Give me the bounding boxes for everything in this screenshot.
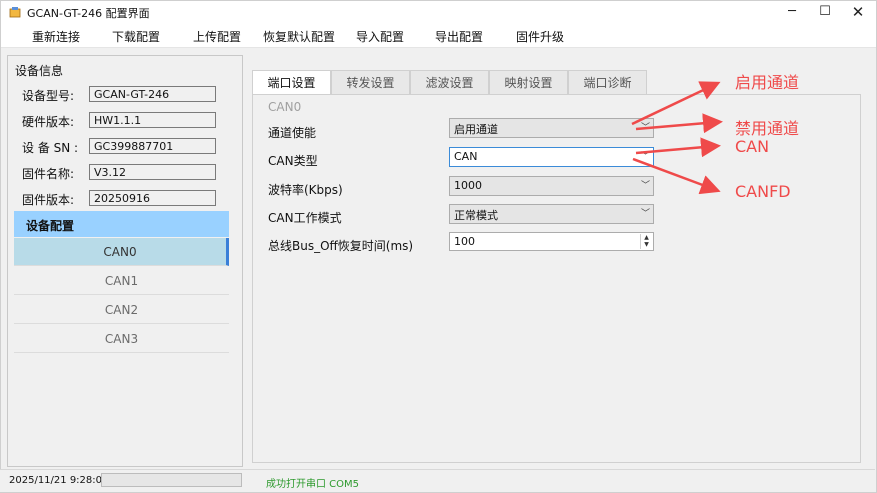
tab-filter-settings[interactable]: 滤波设置 <box>410 70 489 94</box>
menu-download-config[interactable]: 下载配置 <box>112 28 160 45</box>
tab-port-settings[interactable]: 端口设置 <box>252 70 331 95</box>
channel-item-can0[interactable]: CAN0 <box>14 238 229 266</box>
serial-number-label: 设 备 SN : <box>22 141 79 155</box>
bus-off-recovery-value: 100 <box>454 235 475 248</box>
chevron-down-icon: ﹀ <box>640 209 650 219</box>
bus-off-recovery-label: 总线Bus_Off恢复时间(ms) <box>268 239 414 253</box>
firmware-name-label: 固件名称: <box>22 167 75 181</box>
app-icon <box>9 7 21 18</box>
device-config-header: 设备配置 <box>14 211 229 237</box>
spinner-buttons[interactable]: ▲ ▼ <box>640 234 652 249</box>
firmware-name-field: V3.12 <box>89 164 216 180</box>
work-mode-value: 正常模式 <box>454 209 498 222</box>
hardware-version-field: HW1.1.1 <box>89 112 216 128</box>
spin-up-icon[interactable]: ▲ <box>641 234 652 241</box>
channel-enable-label: 通道使能 <box>268 126 317 140</box>
device-info-title: 设备信息 <box>13 62 66 79</box>
menu-export-config[interactable]: 导出配置 <box>435 28 483 45</box>
window-title: GCAN-GT-246 配置界面 <box>27 7 150 20</box>
tab-port-diagnostics[interactable]: 端口诊断 <box>568 70 647 94</box>
bus-off-recovery-input[interactable]: 100 ▲ ▼ <box>449 232 654 251</box>
work-mode-label: CAN工作模式 <box>268 211 342 225</box>
menu-restore-defaults[interactable]: 恢复默认配置 <box>263 28 335 45</box>
channel-enable-select[interactable]: 启用通道 ﹀ <box>449 118 654 138</box>
channel-item-can1[interactable]: CAN1 <box>14 267 229 295</box>
chevron-down-icon: ﹀ <box>640 181 650 191</box>
annotation-canfd: CANFD <box>735 182 791 201</box>
channel-enable-value: 启用通道 <box>454 123 498 136</box>
firmware-version-label: 固件版本: <box>22 193 75 207</box>
baud-rate-select[interactable]: 1000 ﹀ <box>449 176 654 196</box>
annotation-disable-channel: 禁用通道 <box>735 119 800 138</box>
minimize-button[interactable]: ─ <box>775 1 809 23</box>
status-bar: 2025/11/21 9:28:03 成功打开串口 COM5 <box>0 469 875 492</box>
close-button[interactable]: ✕ <box>841 1 875 23</box>
hardware-version-label: 硬件版本: <box>22 115 75 129</box>
baud-rate-value: 1000 <box>454 179 482 192</box>
annotation-can: CAN <box>735 137 770 156</box>
serial-number-field: GC399887701 <box>89 138 216 154</box>
work-mode-select[interactable]: 正常模式 ﹀ <box>449 204 654 224</box>
can-type-select[interactable]: CAN ﹀ <box>449 147 654 167</box>
can-type-value: CAN <box>454 150 478 163</box>
menu-import-config[interactable]: 导入配置 <box>356 28 404 45</box>
section-caption: CAN0 <box>268 100 302 114</box>
menu-upload-config[interactable]: 上传配置 <box>193 28 241 45</box>
model-field: GCAN-GT-246 <box>89 86 216 102</box>
status-progress-bar <box>101 473 242 487</box>
channel-item-can3[interactable]: CAN3 <box>14 325 229 353</box>
menu-reconnect[interactable]: 重新连接 <box>32 28 80 45</box>
tab-forward-settings[interactable]: 转发设置 <box>331 70 410 94</box>
baud-rate-label: 波特率(Kbps) <box>268 183 343 197</box>
status-message: 成功打开串口 COM5 <box>266 479 360 490</box>
channel-item-can2[interactable]: CAN2 <box>14 296 229 324</box>
spin-down-icon[interactable]: ▼ <box>641 241 652 248</box>
title-bar: GCAN-GT-246 配置界面 ─ ☐ ✕ <box>1 1 876 23</box>
maximize-button[interactable]: ☐ <box>808 1 842 23</box>
menu-firmware-upgrade[interactable]: 固件升级 <box>516 28 564 45</box>
can-type-label: CAN类型 <box>268 154 318 168</box>
annotation-enable-channel: 启用通道 <box>735 73 800 92</box>
model-label: 设备型号: <box>22 89 75 103</box>
chevron-down-icon: ﹀ <box>640 152 650 162</box>
chevron-down-icon: ﹀ <box>640 123 650 133</box>
menu-bar: 重新连接 下载配置 上传配置 恢复默认配置 导入配置 导出配置 固件升级 <box>1 23 876 48</box>
firmware-version-field: 20250916 <box>89 190 216 206</box>
tab-mapping-settings[interactable]: 映射设置 <box>489 70 568 94</box>
status-time: 2025/11/21 9:28:03 <box>9 475 109 486</box>
